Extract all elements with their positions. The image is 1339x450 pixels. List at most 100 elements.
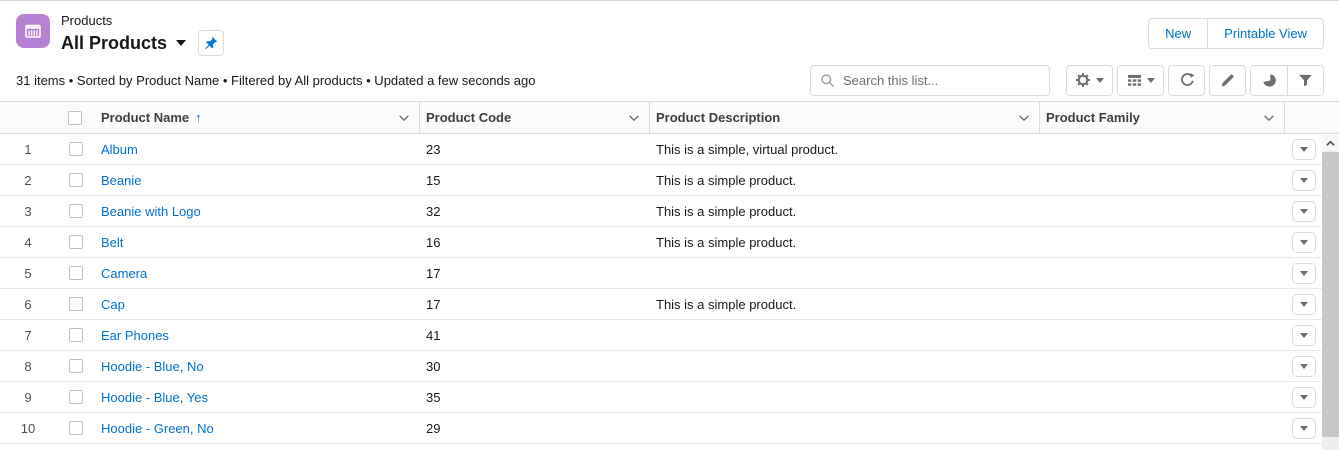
- row-actions-button[interactable]: [1291, 324, 1316, 346]
- row-actions-cell: [1285, 262, 1322, 284]
- product-name-cell: Hoodie - Blue, No: [95, 359, 420, 374]
- table-row: 6 Cap 17 This is a simple product.: [0, 289, 1322, 320]
- row-actions-caret-icon: [1299, 270, 1308, 276]
- charts-button[interactable]: [1251, 65, 1287, 95]
- row-checkbox-cell: [56, 359, 95, 373]
- printable-view-button[interactable]: Printable View: [1207, 19, 1323, 48]
- product-code-cell: 17: [426, 296, 441, 312]
- row-actions-button[interactable]: [1291, 417, 1316, 439]
- product-code-cell: 23: [426, 141, 441, 157]
- product-name-link[interactable]: Beanie with Logo: [101, 204, 201, 219]
- row-actions-button[interactable]: [1291, 169, 1316, 191]
- chevron-down-icon[interactable]: [397, 111, 411, 125]
- refresh-button[interactable]: [1168, 64, 1205, 96]
- pencil-icon: [1221, 74, 1234, 87]
- row-checkbox-cell: [56, 142, 95, 156]
- table-row: 8 Hoodie - Blue, No 30: [0, 351, 1322, 382]
- row-checkbox[interactable]: [68, 297, 83, 311]
- product-code-cell: 15: [426, 172, 441, 188]
- product-name-link[interactable]: Hoodie - Blue, No: [101, 359, 204, 374]
- column-header-product-code[interactable]: Product Code: [420, 102, 650, 133]
- product-description-cell: This is a simple product.: [656, 296, 797, 312]
- row-checkbox[interactable]: [68, 266, 83, 280]
- table-grid-icon: [1127, 74, 1141, 86]
- product-name-link[interactable]: Cap: [101, 297, 125, 312]
- row-actions-cell: [1285, 169, 1322, 191]
- row-actions-caret-icon: [1299, 239, 1308, 245]
- actions-column-header: [1285, 102, 1339, 133]
- row-actions-cell: [1285, 355, 1322, 377]
- table-body: 1 Album 23 This is a simple, virtual pro…: [0, 134, 1322, 444]
- new-button[interactable]: New: [1149, 19, 1208, 48]
- pin-list-button[interactable]: [198, 29, 225, 56]
- row-checkbox[interactable]: [68, 173, 83, 187]
- display-as-button[interactable]: [1117, 64, 1164, 96]
- row-checkbox[interactable]: [68, 359, 83, 373]
- table-row: 4 Belt 16 This is a simple product.: [0, 227, 1322, 258]
- row-checkbox-cell: [56, 173, 95, 187]
- chevron-down-icon[interactable]: [627, 111, 641, 125]
- row-checkbox[interactable]: [68, 390, 83, 404]
- row-actions-cell: [1285, 417, 1322, 439]
- row-checkbox[interactable]: [68, 204, 83, 218]
- row-number: 7: [24, 327, 32, 343]
- product-name-link[interactable]: Camera: [101, 266, 147, 281]
- product-name-link[interactable]: Hoodie - Blue, Yes: [101, 390, 208, 405]
- product-name-link[interactable]: Ear Phones: [101, 328, 169, 343]
- list-view-controls-button[interactable]: [1066, 64, 1113, 96]
- chevron-down-icon[interactable]: [1017, 111, 1031, 125]
- row-checkbox[interactable]: [68, 235, 83, 249]
- pushpin-icon: [205, 36, 218, 49]
- product-name-link[interactable]: Hoodie - Green, No: [101, 421, 214, 436]
- row-checkbox[interactable]: [68, 421, 83, 435]
- row-number: 2: [24, 172, 32, 188]
- row-actions-button[interactable]: [1291, 355, 1316, 377]
- gear-icon: [1076, 73, 1090, 88]
- row-number: 10: [20, 420, 36, 436]
- row-checkbox[interactable]: [68, 328, 83, 342]
- row-actions-cell: [1285, 386, 1322, 408]
- product-code-cell: 32: [426, 203, 441, 219]
- product-name-link[interactable]: Beanie: [101, 173, 141, 188]
- table-header-row: Product Name ↑ Product Code Product Desc…: [0, 101, 1339, 134]
- product-name-cell: Belt: [95, 235, 420, 250]
- column-header-product-family[interactable]: Product Family: [1040, 102, 1285, 133]
- product-description-cell: This is a simple product.: [656, 234, 797, 250]
- product-code-cell: 17: [426, 265, 441, 281]
- select-all-checkbox[interactable]: [56, 102, 95, 133]
- row-actions-button[interactable]: [1291, 138, 1316, 160]
- row-actions-button[interactable]: [1291, 231, 1316, 253]
- column-label: Product Code: [426, 110, 512, 125]
- product-name-cell: Hoodie - Blue, Yes: [95, 390, 420, 405]
- product-code-cell: 29: [426, 420, 441, 436]
- filter-button[interactable]: [1287, 65, 1323, 95]
- product-description-cell: This is a simple, virtual product.: [656, 141, 839, 157]
- scrollbar-thumb[interactable]: [1322, 152, 1339, 437]
- refresh-icon: [1180, 73, 1195, 87]
- row-number: 1: [24, 141, 32, 157]
- row-actions-button[interactable]: [1291, 386, 1316, 408]
- chevron-down-icon[interactable]: [1262, 111, 1276, 125]
- column-header-product-name[interactable]: Product Name ↑: [95, 102, 420, 133]
- product-name-link[interactable]: Album: [101, 142, 138, 157]
- page-header: Products All Products New Printable View: [0, 1, 1339, 101]
- row-actions-button[interactable]: [1291, 200, 1316, 222]
- pie-chart-icon: [1262, 74, 1276, 87]
- column-header-product-description[interactable]: Product Description: [650, 102, 1040, 133]
- row-actions-caret-icon: [1299, 394, 1308, 400]
- search-input[interactable]: [810, 64, 1050, 96]
- row-actions-button[interactable]: [1291, 293, 1316, 315]
- row-checkbox-cell: [56, 235, 95, 249]
- edit-button[interactable]: [1209, 64, 1246, 96]
- row-checkbox[interactable]: [68, 142, 83, 156]
- vertical-scrollbar[interactable]: [1322, 135, 1339, 450]
- product-name-cell: Beanie with Logo: [95, 204, 420, 219]
- list-status-line: 31 items • Sorted by Product Name • Filt…: [16, 72, 536, 88]
- product-name-link[interactable]: Belt: [101, 235, 123, 250]
- scroll-up-button[interactable]: [1322, 135, 1339, 151]
- list-view-title: All Products: [61, 32, 168, 53]
- row-actions-button[interactable]: [1291, 262, 1316, 284]
- row-number-column-header: [0, 102, 56, 133]
- table-row: 5 Camera 17: [0, 258, 1322, 289]
- list-view-selector-caret-icon[interactable]: [176, 39, 187, 46]
